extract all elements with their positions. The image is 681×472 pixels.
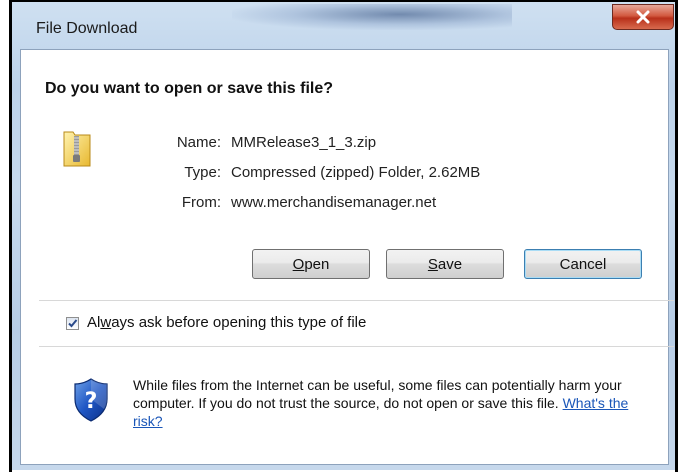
cancel-label: Cancel — [559, 255, 607, 273]
open-accel: O — [292, 255, 305, 273]
always-ask-accel: w — [100, 314, 112, 331]
close-button[interactable] — [612, 4, 674, 30]
file-source-value: www.merchandisemanager.net — [231, 194, 437, 211]
always-ask-prefix: Al — [87, 314, 101, 331]
checkmark-icon — [68, 319, 78, 328]
always-ask-checkbox[interactable] — [66, 317, 79, 330]
save-button[interactable]: Save — [386, 249, 504, 279]
zip-folder-icon — [63, 131, 91, 167]
always-ask-label[interactable]: Always ask before opening this type of f… — [87, 314, 366, 331]
glass-reflection — [232, 4, 512, 30]
save-label: ave — [437, 255, 463, 273]
separator-bottom — [39, 346, 674, 347]
warning-body: While files from the Internet can be use… — [133, 377, 622, 411]
security-warning-text: While files from the Internet can be use… — [133, 376, 653, 430]
from-label: From: — [181, 194, 221, 211]
table-border-right — [675, 0, 678, 472]
separator-top — [39, 300, 674, 301]
file-type-value: Compressed (zipped) Folder, 2.62MB — [231, 164, 481, 181]
window-title: File Download — [36, 20, 138, 37]
dialog-question: Do you want to open or save this file? — [45, 80, 334, 97]
open-button[interactable]: Open — [252, 249, 370, 279]
open-label: pen — [304, 255, 330, 273]
cancel-button[interactable]: Cancel — [524, 249, 642, 279]
name-label: Name: — [176, 134, 221, 151]
save-accel: S — [427, 255, 438, 273]
file-name-value: MMRelease3_1_3.zip — [231, 134, 377, 151]
always-ask-suffix: ays ask before opening this type of file — [111, 314, 367, 331]
svg-text:?: ? — [85, 389, 98, 414]
type-label: Type: — [184, 164, 221, 181]
close-x-icon — [636, 10, 650, 24]
security-shield-question-icon: ? — [74, 378, 108, 422]
